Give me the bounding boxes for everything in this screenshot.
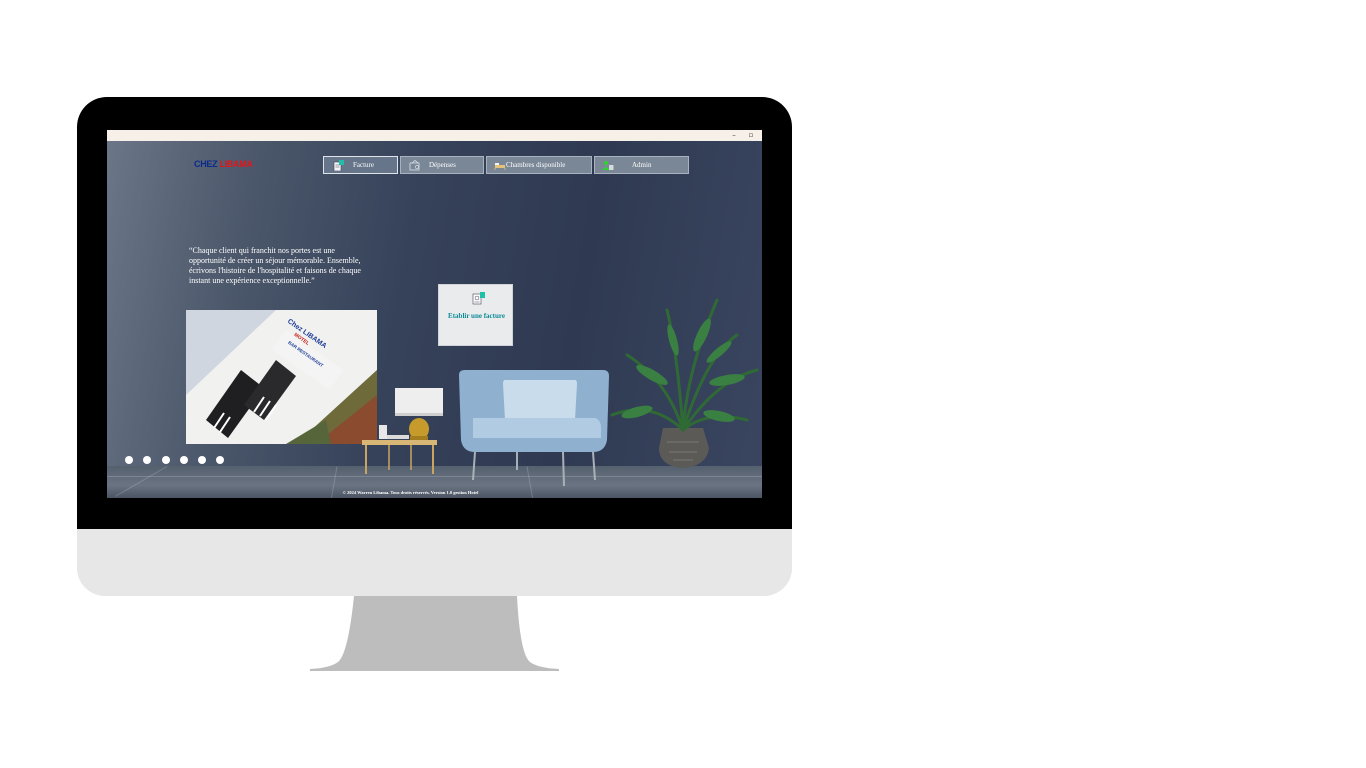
create-invoice-card[interactable]: Etablir une facture bbox=[438, 284, 513, 346]
table-lamp bbox=[395, 388, 443, 440]
room-decoration bbox=[362, 298, 759, 487]
monitor-chin bbox=[77, 529, 792, 596]
monitor-stand bbox=[310, 596, 559, 671]
invoice-icon bbox=[472, 292, 485, 305]
potted-plant bbox=[610, 298, 759, 468]
copyright-footer: © 2024 Warren Libama. Tous droits réserv… bbox=[342, 490, 479, 495]
armchair bbox=[459, 370, 609, 487]
app-window: – ▫ CHEZ LIBAMA Facture Dépenses Chambre… bbox=[107, 130, 762, 498]
create-invoice-label: Etablir une facture bbox=[448, 312, 505, 320]
